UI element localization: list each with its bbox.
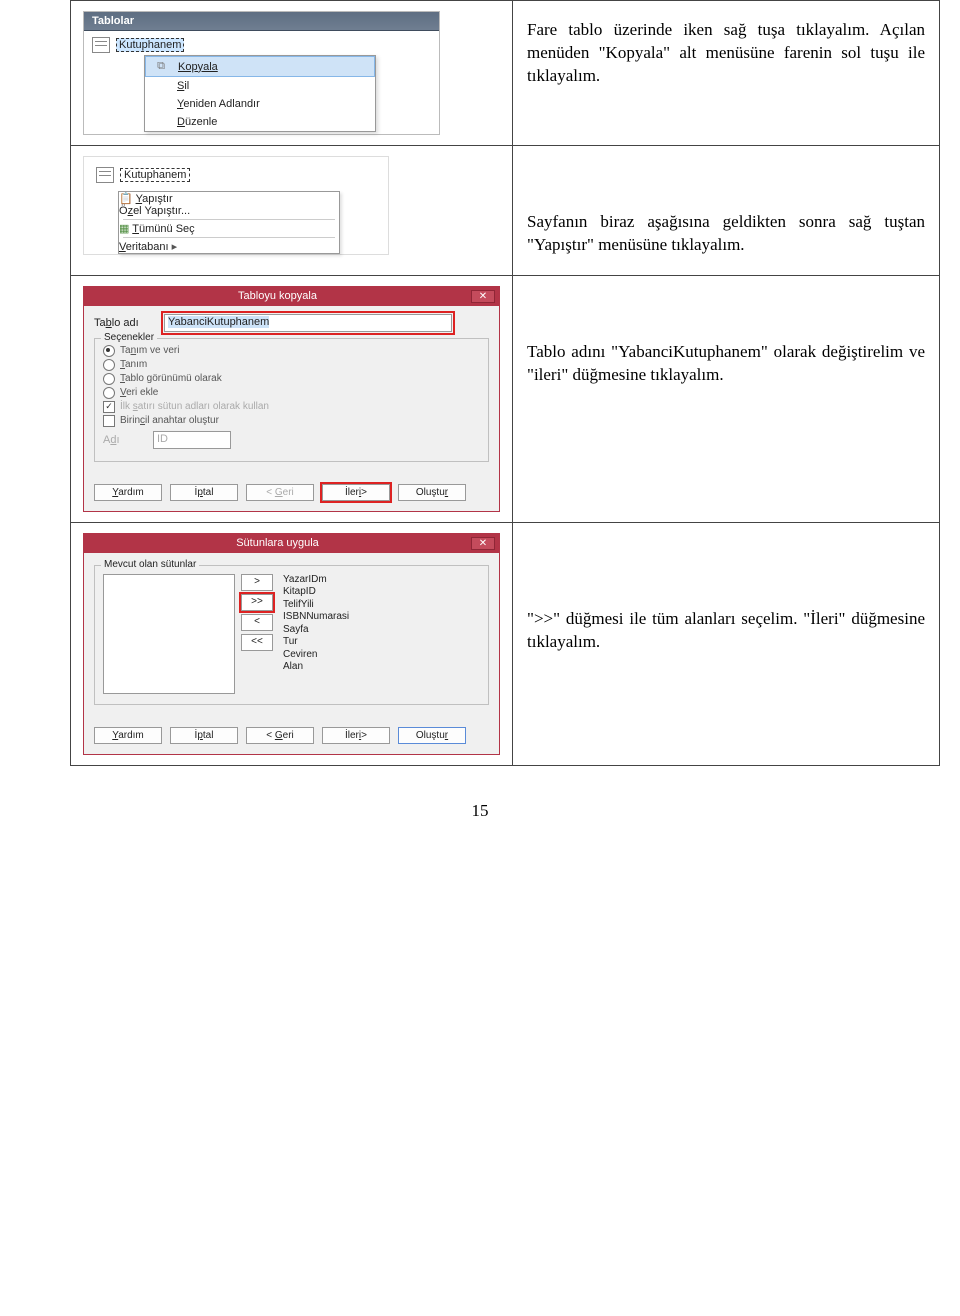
- help-button[interactable]: Yardım: [94, 484, 162, 501]
- page-number: 15: [0, 801, 960, 821]
- menu-label: Yapıştır: [136, 193, 173, 205]
- menu-item-copy[interactable]: ⧉ Kopyala: [145, 56, 375, 77]
- menu-label: Düzenle: [177, 116, 217, 128]
- next-button[interactable]: İleri>: [322, 727, 390, 744]
- instruction-text: ">>" düğmesi ile tüm alanları seçelim. "…: [525, 533, 927, 662]
- menu-item-database[interactable]: Veritabanı ▸: [119, 240, 339, 253]
- close-button[interactable]: ✕: [471, 537, 495, 550]
- options-group: Seçenekler Tanım ve veri Tanım Tablo gör…: [94, 338, 489, 462]
- dialog-apply-columns: Sütunlara uygula ✕ Mevcut olan sütunlar …: [83, 533, 500, 755]
- menu-item-edit[interactable]: Düzenle: [145, 113, 375, 131]
- create-button[interactable]: Oluştur: [398, 484, 466, 501]
- move-one-right-button[interactable]: >: [241, 574, 273, 591]
- menu-label: Tümünü Seç: [132, 223, 194, 235]
- columns-group: Mevcut olan sütunlar > >> < << YazarIDm …: [94, 565, 489, 705]
- tree-item-kutuphanem[interactable]: Kutuphanem: [120, 168, 190, 182]
- menu-label: Kopyala: [178, 61, 218, 73]
- instruction-text: Sayfanın biraz aşağısına geldikten sonra…: [525, 156, 927, 265]
- table-icon: [96, 167, 114, 183]
- menu-label: Sil: [177, 80, 189, 92]
- screenshot-tablolar-context: Tablolar Kutuphanem ⧉ Kopyala Sil Yenide…: [83, 11, 440, 135]
- copy-icon: ⧉: [152, 60, 170, 73]
- submenu-arrow-icon: ▸: [172, 241, 184, 253]
- table-icon: [92, 37, 110, 53]
- back-button[interactable]: < Geri: [246, 727, 314, 744]
- dialog-title: Sütunlara uygula: [84, 537, 471, 549]
- close-button[interactable]: ✕: [471, 290, 495, 303]
- move-all-left-button[interactable]: <<: [241, 634, 273, 651]
- next-button[interactable]: İleri>: [322, 484, 390, 501]
- menu-item-rename[interactable]: Yeniden Adlandır: [145, 95, 375, 113]
- menu-item-paste-special[interactable]: Özel Yapıştır...: [119, 205, 339, 217]
- menu-item-select-all[interactable]: ▦ Tümünü Seç: [119, 222, 339, 235]
- menu-label: Özel Yapıştır...: [119, 205, 190, 217]
- menu-item-delete[interactable]: Sil: [145, 77, 375, 95]
- chk-first-row: İlk satırı sütun adları olarak kullan: [103, 401, 480, 413]
- label-name: Adı: [103, 434, 143, 446]
- instruction-text: Fare tablo üzerinde iken sağ tuşa tıklay…: [525, 11, 927, 96]
- selected-columns-list[interactable]: YazarIDm KitapID TelifYili ISBNNumarasi …: [279, 574, 353, 674]
- label-table-name: Tablo adı: [94, 317, 154, 329]
- create-button[interactable]: Oluştur: [398, 727, 466, 744]
- available-columns-list[interactable]: [103, 574, 235, 694]
- chk-primary-key[interactable]: Birincil anahtar oluştur: [103, 415, 480, 427]
- screenshot-paste-menu: Kutuphanem 📋 Yapıştır Özel Yapıştır... ▦…: [83, 156, 389, 255]
- panel-header: Tablolar: [84, 12, 439, 31]
- move-one-left-button[interactable]: <: [241, 614, 273, 631]
- context-menu: 📋 Yapıştır Özel Yapıştır... ▦ Tümünü Seç…: [118, 191, 340, 254]
- cancel-button[interactable]: İptal: [170, 484, 238, 501]
- move-all-right-button[interactable]: >>: [241, 594, 273, 611]
- instruction-text: Tablo adını "YabanciKutuphanem" olarak d…: [525, 286, 927, 395]
- dialog-title: Tabloyu kopyala: [84, 290, 471, 302]
- back-button: < Geri: [246, 484, 314, 501]
- tree-item-kutuphanem[interactable]: Kutuphanem: [116, 38, 184, 52]
- menu-item-paste[interactable]: 📋 Yapıştır: [119, 192, 339, 205]
- cancel-button[interactable]: İptal: [170, 727, 238, 744]
- opt-view[interactable]: Tablo görünümü olarak: [103, 373, 480, 385]
- dialog-copy-table: Tabloyu kopyala ✕ Tablo adı YabanciKutup…: [83, 286, 500, 512]
- opt-def[interactable]: Tanım: [103, 359, 480, 371]
- opt-def-and-data[interactable]: Tanım ve veri: [103, 345, 480, 357]
- table-name-field[interactable]: YabanciKutuphanem: [164, 314, 452, 332]
- context-menu: ⧉ Kopyala Sil Yeniden Adlandır Düzenle: [144, 55, 376, 132]
- menu-label: Yeniden Adlandır: [177, 98, 260, 110]
- selectall-icon: ▦: [119, 223, 129, 235]
- menu-label: Veritabanı: [119, 241, 169, 253]
- pk-name-field: ID: [153, 431, 231, 449]
- paste-icon: 📋: [119, 193, 133, 205]
- opt-append[interactable]: Veri ekle: [103, 387, 480, 399]
- help-button[interactable]: Yardım: [94, 727, 162, 744]
